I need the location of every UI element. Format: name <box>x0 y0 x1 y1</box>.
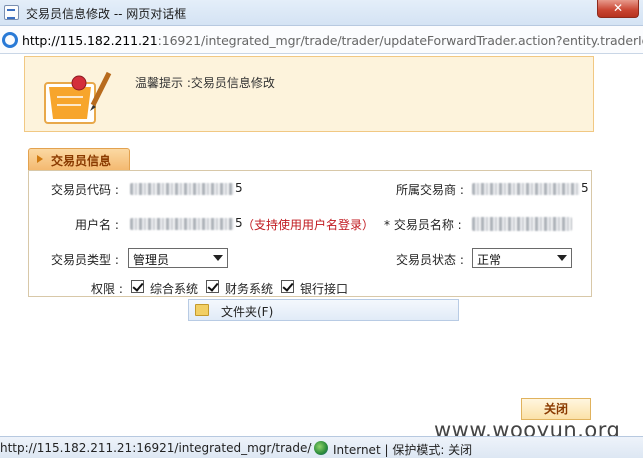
ie-icon <box>2 32 18 48</box>
trader-name-label: * 交易员名称 : <box>384 218 462 232</box>
trader-type-selected: 管理员 <box>133 253 170 267</box>
trader-info-form: 交易员代码 : 5 所属交易商 : 5 用户名 : 5 （支持使用用户名登录） … <box>28 170 592 297</box>
play-arrow-icon <box>37 155 43 163</box>
trader-status-label: 交易员状态 : <box>396 253 464 267</box>
permission-checkbox-finance[interactable] <box>206 280 219 293</box>
status-url: http://115.182.211.21:16921/integrated_m… <box>0 441 312 455</box>
dialog-app-icon <box>4 5 19 20</box>
trader-status-selected: 正常 <box>477 253 502 267</box>
folder-label: 文件夹(F) <box>221 305 274 319</box>
security-zone: Internet | 保护模式: 关闭 <box>333 443 473 457</box>
status-bar: http://115.182.211.21:16921/integrated_m… <box>0 436 643 458</box>
username-redacted <box>130 218 234 230</box>
chevron-down-icon <box>557 255 567 261</box>
permission-label-bank: 银行接口 <box>300 282 349 296</box>
close-button[interactable]: 关闭 <box>521 398 591 420</box>
window-close-button[interactable]: ✕ <box>597 0 639 18</box>
permission-checkbox-bank[interactable] <box>281 280 294 293</box>
broker-redacted <box>472 183 580 195</box>
globe-icon <box>314 441 328 455</box>
chevron-down-icon <box>213 255 223 261</box>
permission-label-finance: 财务系统 <box>225 282 274 296</box>
notepad-pen-icon <box>44 71 112 124</box>
title-bar: 交易员信息修改 -- 网页对话框 ✕ <box>0 0 643 26</box>
trader-code-label: 交易员代码 : <box>51 183 119 197</box>
trader-status-select[interactable]: 正常 <box>472 248 572 268</box>
trader-code-redacted <box>130 183 234 195</box>
window-title: 交易员信息修改 -- 网页对话框 <box>26 7 187 21</box>
username-hint: （支持使用用户名登录） <box>242 218 375 232</box>
address-url[interactable]: http://115.182.211.21:16921/integrated_m… <box>22 33 643 48</box>
section-tab-trader-info: 交易员信息 <box>28 148 130 170</box>
trader-code-value: 5 <box>235 181 243 195</box>
trader-type-select[interactable]: 管理员 <box>128 248 228 268</box>
username-label: 用户名 : <box>75 218 119 232</box>
trader-type-label: 交易员类型 : <box>51 253 119 267</box>
folder-icon <box>195 304 209 316</box>
tip-panel: 温馨提示 :交易员信息修改 <box>24 56 594 132</box>
trader-name-input[interactable] <box>472 217 572 231</box>
permission-label-comprehensive: 综合系统 <box>150 282 199 296</box>
broker-label: 所属交易商 : <box>396 183 464 197</box>
address-bar: http://115.182.211.21:16921/integrated_m… <box>0 26 643 54</box>
folder-bar[interactable]: 文件夹(F) <box>188 299 459 321</box>
permission-checkbox-comprehensive[interactable] <box>131 280 144 293</box>
tip-text: 温馨提示 :交易员信息修改 <box>135 76 275 90</box>
broker-value: 5 <box>581 181 589 195</box>
section-title: 交易员信息 <box>51 154 112 168</box>
permissions-label: 权限 : <box>91 282 123 296</box>
